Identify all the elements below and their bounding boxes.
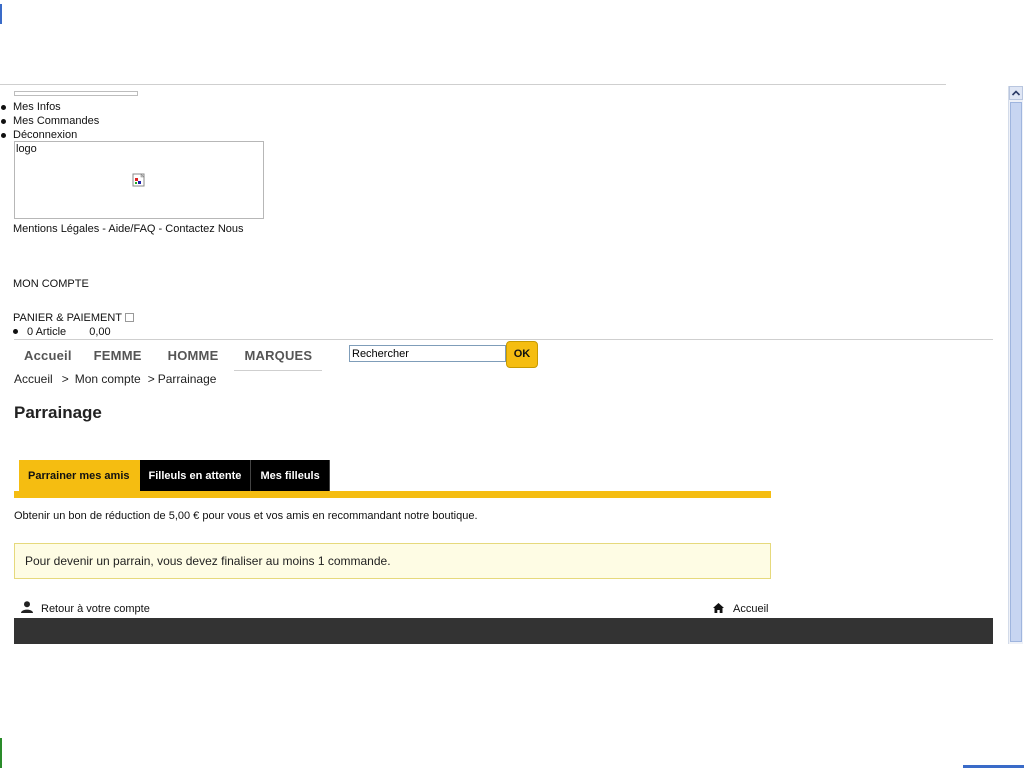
tab-underline (14, 491, 771, 498)
tab-filleuls-attente[interactable]: Filleuls en attente (139, 460, 252, 492)
user-icon (21, 601, 33, 613)
bullet-icon (13, 329, 18, 334)
breadcrumb-separator: > (61, 372, 69, 386)
scroll-up-button[interactable] (1009, 86, 1023, 100)
cart-header[interactable]: PANIER & PAIEMENT (13, 312, 135, 324)
nav-divider (14, 339, 993, 340)
scrollbar-thumb[interactable] (1010, 102, 1022, 642)
nav-item-homme[interactable]: HOMME (158, 344, 229, 370)
tab-parrainer[interactable]: Parrainer mes amis (19, 460, 140, 492)
chevron-up-icon (1011, 90, 1021, 96)
search-ok-button[interactable]: OK (506, 341, 538, 368)
home-link[interactable]: Accueil (713, 603, 768, 615)
nav-item-marques[interactable]: MARQUES (234, 344, 323, 371)
window-edge-indicator (0, 4, 2, 24)
intro-text: Obtenir un bon de réduction de 5,00 € po… (14, 510, 478, 522)
tab-mes-filleuls[interactable]: Mes filleuls (251, 460, 330, 492)
nav-item-femme[interactable]: FEMME (84, 344, 152, 370)
cart-toggle-icon[interactable] (125, 313, 135, 322)
main-nav: Accueil FEMME HOMME MARQUES (14, 343, 323, 371)
user-link-infos[interactable]: Mes Infos (0, 100, 99, 114)
mentions-legales-link[interactable]: Mentions Légales (13, 223, 99, 235)
account-label[interactable]: MON COMPTE (13, 278, 89, 290)
breadcrumb-separator: > (147, 372, 155, 386)
search-input[interactable] (349, 345, 506, 362)
cart-label: PANIER & PAIEMENT (13, 312, 123, 324)
home-icon (713, 603, 724, 613)
back-link-label: Retour à votre compte (41, 603, 150, 615)
aide-faq-link[interactable]: Aide/FAQ (108, 223, 155, 235)
breadcrumb: Accueil > Mon compte > Parrainage (14, 372, 216, 386)
breadcrumb-accueil[interactable]: Accueil (14, 372, 53, 386)
vertical-scrollbar[interactable] (1008, 86, 1023, 644)
page-footer-bar (14, 618, 993, 644)
user-link-orders[interactable]: Mes Commandes (0, 114, 99, 128)
breadcrumb-current: Parrainage (157, 372, 217, 386)
footer-links: Mentions Légales - Aide/FAQ - Contactez … (13, 223, 244, 235)
cart-total: 0,00 (89, 326, 111, 338)
page-title: Parrainage (14, 403, 102, 422)
cart-summary: 0 Article 0,00 (13, 326, 111, 338)
notice-box: Pour devenir un parrain, vous devez fina… (14, 543, 771, 579)
header-divider (0, 84, 946, 85)
notice-text: Pour devenir un parrain, vous devez fina… (25, 554, 391, 568)
nav-item-accueil[interactable]: Accueil (14, 344, 82, 370)
logo-box[interactable]: logo (14, 141, 264, 219)
cart-articles: 0 Article (27, 326, 67, 338)
broken-image-icon (132, 173, 145, 187)
window-edge-indicator (0, 738, 2, 768)
breadcrumb-mon-compte[interactable]: Mon compte (75, 372, 141, 386)
header-empty-box (14, 91, 138, 96)
back-to-account-link[interactable]: Retour à votre compte (20, 601, 150, 615)
contact-link[interactable]: Contactez Nous (165, 223, 243, 235)
home-link-label: Accueil (733, 603, 769, 615)
user-link-logout[interactable]: Déconnexion (0, 128, 99, 142)
tab-bar: Parrainer mes amis Filleuls en attente M… (19, 460, 330, 492)
footer-separator: - (155, 223, 166, 235)
user-links-list: Mes Infos Mes Commandes Déconnexion (0, 100, 99, 142)
logo-alt-text: logo (16, 143, 37, 155)
